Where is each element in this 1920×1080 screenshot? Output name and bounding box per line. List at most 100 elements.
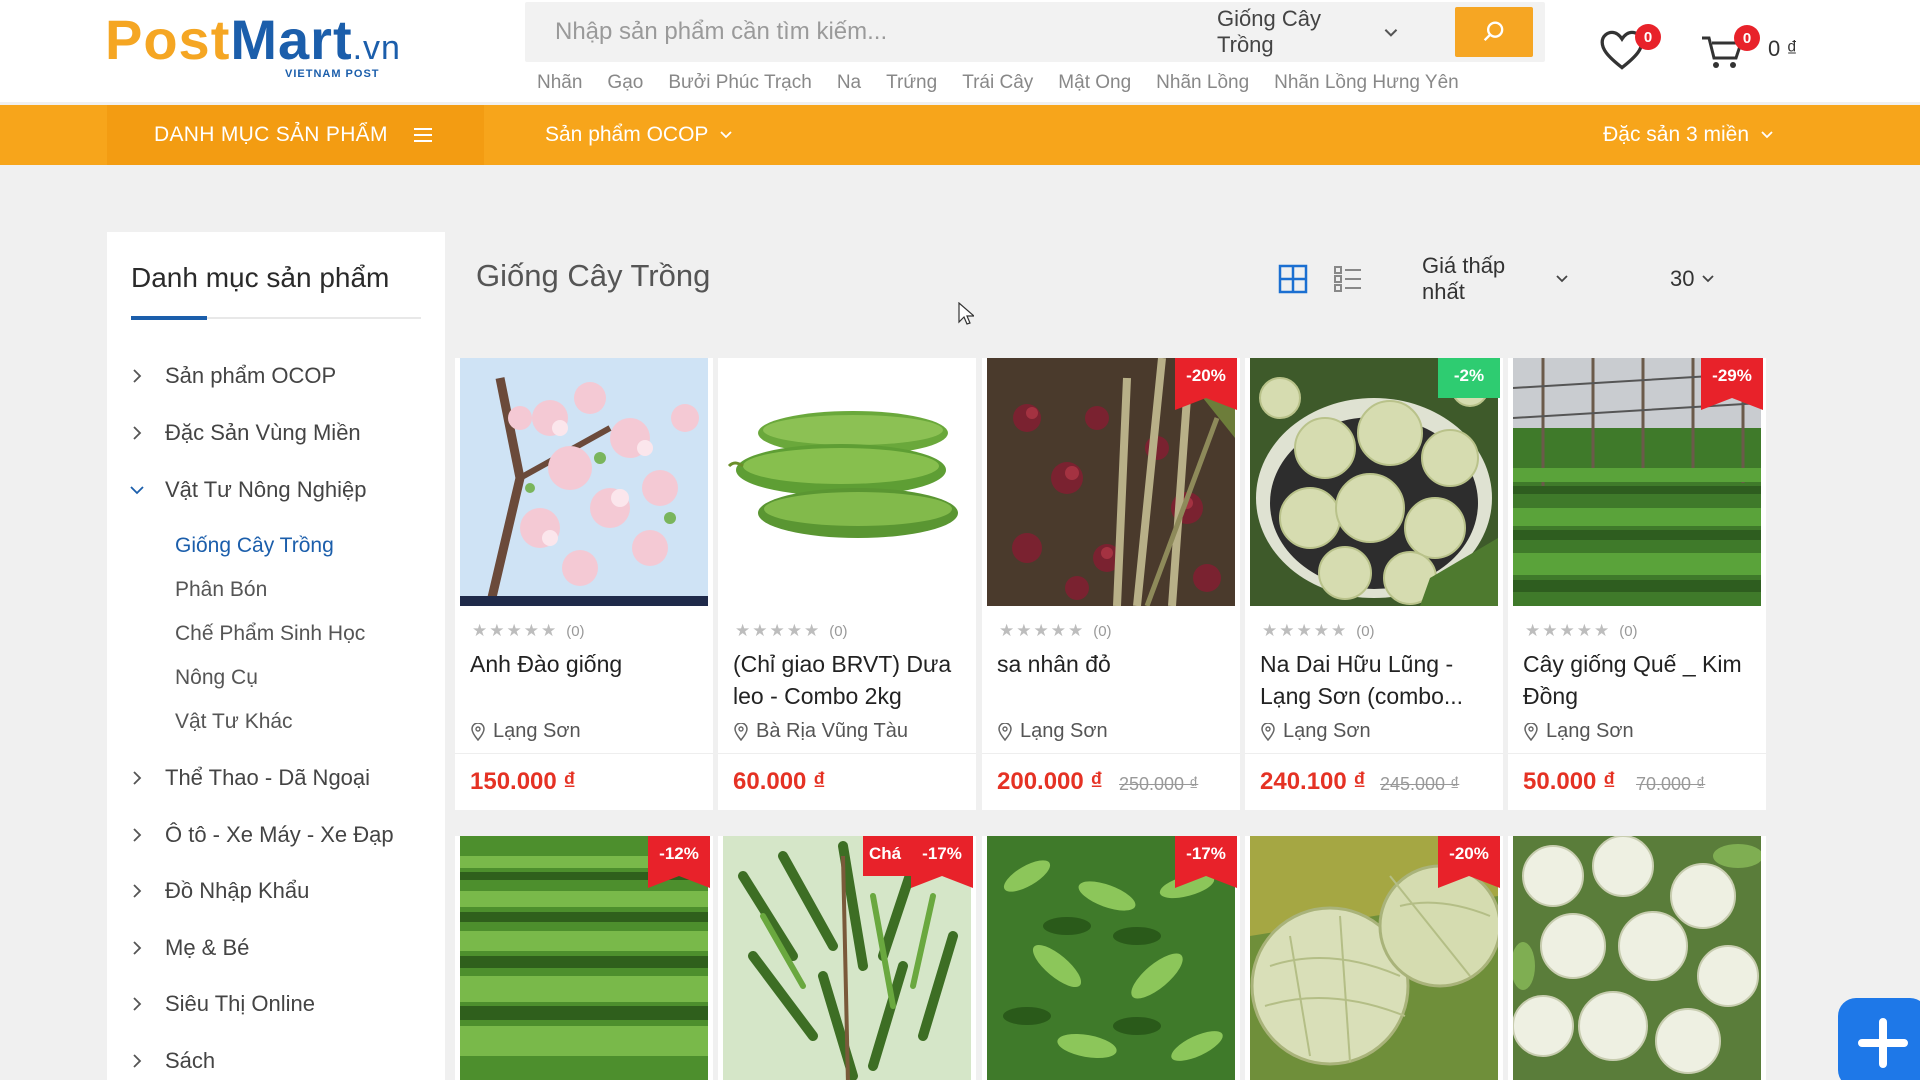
category-menu-button[interactable]: DANH MỤC SẢN PHẨM <box>107 105 484 165</box>
sidebar-item-imported[interactable]: Đồ Nhập Khẩu <box>129 871 309 911</box>
product-old-price: 245.000 ₫ <box>1380 774 1460 794</box>
hamburger-icon <box>413 128 432 142</box>
product-name[interactable]: Na Dai Hữu Lũng - Lạng Sơn (combo... <box>1260 648 1495 712</box>
chevron-right-icon <box>133 828 142 842</box>
sidebar-item-supermarket[interactable]: Siêu Thị Online <box>129 984 315 1024</box>
postmart-logo[interactable]: PostMart.vn VIETNAM POST <box>105 10 455 82</box>
product-name[interactable]: (Chỉ giao BRVT) Dưa leo - Combo 2kg <box>733 648 968 712</box>
sidebar-subitem-fertilizer[interactable]: Phân Bón <box>175 572 267 608</box>
chevron-down-icon <box>1761 131 1773 139</box>
suggestion-link[interactable]: Gạo <box>607 72 643 94</box>
sidebar-item-regional[interactable]: Đặc Sản Vùng Miền <box>129 413 361 453</box>
product-card[interactable]: -29% ★★★★★ (0) Cây giống Quế _ Kim Đồng L… <box>1508 358 1766 810</box>
sidebar-subitem-bio-products[interactable]: Chế Phẩm Sinh Học <box>175 616 365 652</box>
product-card[interactable]: ★★★★★ (0) Anh Đào giống Lạng Sơn 150.000 … <box>455 358 713 810</box>
suggestion-link[interactable]: Nhãn <box>537 72 582 94</box>
sidebar-item-ocop[interactable]: Sản phẩm OCOP <box>129 356 336 396</box>
product-price: 150.000 ₫ <box>470 768 576 795</box>
location-pin-icon <box>998 722 1012 741</box>
review-count: (0) <box>1093 622 1112 640</box>
product-location-label: Lạng Sơn <box>1546 720 1634 742</box>
floating-add-button[interactable] <box>1838 998 1920 1080</box>
sidebar-item-agri-supplies[interactable]: Vật Tư Nông Nghiệp <box>129 470 366 510</box>
review-count: (0) <box>829 622 848 640</box>
product-name[interactable]: sa nhân đỏ <box>997 648 1232 680</box>
product-location-label: Lạng Sơn <box>1020 720 1108 742</box>
chevron-right-icon <box>133 426 142 440</box>
sort-select[interactable]: Giá thấp nhất <box>1392 252 1592 306</box>
suggestion-link[interactable]: Trứng <box>886 72 937 94</box>
category-sidebar: Danh mục sản phẩm Sản phẩm OCOP Đặc Sản … <box>107 232 445 1080</box>
product-card[interactable] <box>1508 836 1766 1080</box>
suggestion-link[interactable]: Bưởi Phúc Trạch <box>668 72 811 94</box>
product-card[interactable]: -2% ★★★★★ (0) Na Dai Hữu Lũng - Lạng Sơn … <box>1245 358 1503 810</box>
chevron-right-icon <box>133 884 142 898</box>
product-name[interactable]: Anh Đào giống <box>470 648 705 680</box>
chevron-right-icon <box>133 771 142 785</box>
discount-label: -29% <box>1712 366 1752 385</box>
divider <box>1508 753 1766 754</box>
product-card[interactable]: -17% <box>982 836 1240 1080</box>
logo-domain: .vn <box>352 29 401 67</box>
nav-ocop[interactable]: Sản phẩm OCOP <box>545 105 734 165</box>
search-category-select[interactable]: Giống Cây Trồng <box>1190 2 1420 62</box>
product-location: Lạng Sơn <box>1524 720 1634 743</box>
divider <box>455 753 713 754</box>
product-image-custard-apples-pile[interactable] <box>1513 836 1761 1080</box>
product-price: 60.000 ₫ <box>733 768 826 795</box>
list-view-icon[interactable] <box>1333 264 1363 294</box>
product-card[interactable]: ★★★★★ (0) (Chỉ giao BRVT) Dưa leo - Combo… <box>718 358 976 810</box>
discount-badge: -2% <box>1438 358 1500 410</box>
sidebar-item-label: Đồ Nhập Khẩu <box>165 878 310 903</box>
chevron-down-icon <box>1384 29 1398 37</box>
product-image-cherry-blossom[interactable] <box>460 358 708 606</box>
discount-badge: -20% <box>1175 358 1237 410</box>
product-image-cucumber[interactable] <box>723 358 971 606</box>
divider <box>1245 753 1503 754</box>
discount-badge: -12% <box>648 836 710 888</box>
search-button[interactable] <box>1455 7 1533 57</box>
product-card[interactable]: -12% <box>455 836 713 1080</box>
cart-button[interactable]: 0 <box>1700 22 1766 78</box>
suggestion-link[interactable]: Mật Ong <box>1058 72 1131 94</box>
per-page-label: 30 <box>1670 266 1695 291</box>
discount-label: -17% <box>1186 844 1226 863</box>
search-input[interactable] <box>525 2 1165 62</box>
wishlist-badge: 0 <box>1635 24 1661 50</box>
product-card[interactable]: Chá -17% <box>718 836 976 1080</box>
rating: ★★★★★ (0) <box>1525 621 1638 641</box>
product-location: Bà Rịa Vũng Tàu <box>734 720 908 743</box>
sidebar-item-books[interactable]: Sách <box>129 1041 215 1080</box>
site-header: PostMart.vn VIETNAM POST Giống Cây Trồng… <box>0 0 1920 102</box>
discount-label: -2% <box>1453 366 1485 385</box>
sidebar-item-mother-baby[interactable]: Mẹ & Bé <box>129 928 249 968</box>
discount-badge: -29% <box>1701 358 1763 410</box>
sidebar-subitem-seeds[interactable]: Giống Cây Trồng <box>175 528 334 564</box>
suggestion-link[interactable]: Trái Cây <box>962 72 1033 94</box>
plus-icon <box>1858 1018 1908 1068</box>
search-bar: Giống Cây Trồng <box>525 2 1545 62</box>
page-title: Giống Cây Trồng <box>476 258 711 293</box>
chevron-right-icon <box>133 1054 142 1068</box>
grid-view-icon[interactable] <box>1278 264 1308 294</box>
divider <box>718 753 976 754</box>
suggestion-link[interactable]: Nhãn Lồng Hưng Yên <box>1274 72 1459 94</box>
sidebar-subitem-other[interactable]: Vật Tư Khác <box>175 704 293 740</box>
discount-badge: -17% <box>1175 836 1237 888</box>
product-card[interactable]: -20% ★★★★★ (0) sa nhân đỏ Lạng Sơn 200.00… <box>982 358 1240 810</box>
nav-regional-specialties[interactable]: Đặc sản 3 miền <box>1603 105 1775 165</box>
per-page-select[interactable]: 30 <box>1640 252 1728 306</box>
sidebar-item-label: Sản phẩm OCOP <box>165 363 337 388</box>
product-location: Lạng Sơn <box>998 720 1108 743</box>
sidebar-item-sports[interactable]: Thể Thao - Dã Ngoại <box>129 758 370 798</box>
product-card[interactable]: -20% <box>1245 836 1503 1080</box>
wishlist-button[interactable]: 0 <box>1600 22 1661 78</box>
star-icons: ★★★★★ <box>1262 621 1349 640</box>
product-name[interactable]: Cây giống Quế _ Kim Đồng <box>1523 648 1758 712</box>
sidebar-item-label: Vật Tư Nông Nghiệp <box>165 477 367 502</box>
suggestion-link[interactable]: Nhãn Lồng <box>1156 72 1249 94</box>
sidebar-subitem-tools[interactable]: Nông Cụ <box>175 660 258 696</box>
suggestion-link[interactable]: Na <box>837 72 861 94</box>
sidebar-item-vehicles[interactable]: Ô tô - Xe Máy - Xe Đạp <box>129 815 394 855</box>
sidebar-item-label: Siêu Thị Online <box>165 991 316 1016</box>
